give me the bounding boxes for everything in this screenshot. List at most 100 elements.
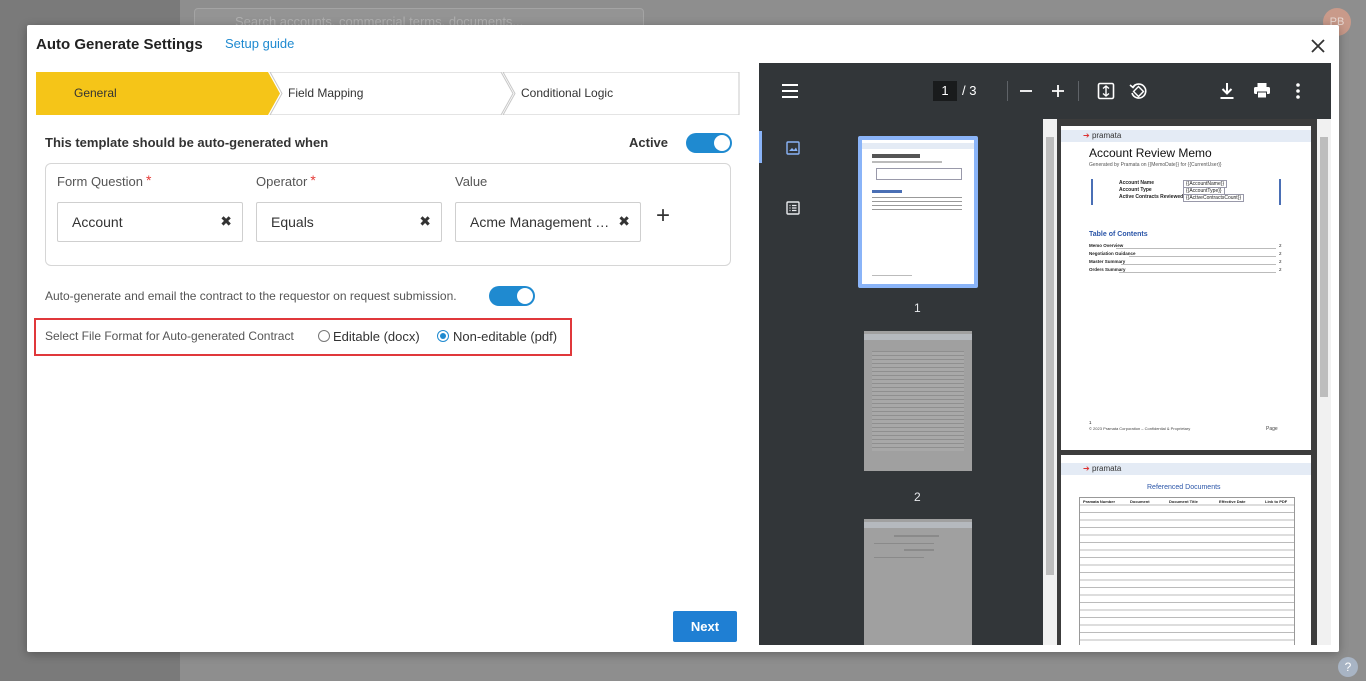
toggle-knob — [517, 288, 533, 304]
add-condition-icon[interactable]: + — [656, 202, 670, 230]
viewer-sidepanel — [759, 119, 827, 645]
help-icon[interactable]: ? — [1338, 657, 1358, 677]
file-format-box: Select File Format for Auto-generated Co… — [34, 318, 572, 356]
download-icon[interactable] — [1219, 82, 1235, 100]
document-scroll-thumb[interactable] — [1320, 137, 1328, 397]
document-page-1: ➔ pramata Account Review Memo Generated … — [1061, 126, 1311, 450]
radio-non-editable-pdf-label[interactable]: Non-editable (pdf) — [453, 329, 557, 344]
required-mark: * — [310, 172, 316, 188]
doc-table-key: Account Type — [1119, 187, 1152, 193]
form-question-field[interactable]: Account ✖ — [57, 202, 243, 242]
toolbar-divider — [1078, 81, 1079, 101]
section-title: This template should be auto-generated w… — [45, 135, 329, 150]
radio-editable-docx[interactable] — [318, 330, 330, 342]
clear-icon[interactable]: ✖ — [618, 213, 630, 230]
tab-conditional-logic[interactable]: Conditional Logic — [508, 72, 740, 115]
table-header: Pramata Number — [1083, 499, 1116, 504]
footer-number: 1 — [1089, 420, 1092, 425]
criteria-box: Form Question * Operator * Value Account ✖… — [45, 163, 731, 266]
toc-page: 2 — [1279, 259, 1282, 264]
operator-field[interactable]: Equals ✖ — [256, 202, 442, 242]
radio-editable-docx-label[interactable]: Editable (docx) — [333, 329, 420, 344]
autogen-email-text: Auto-generate and email the contract to … — [45, 289, 457, 303]
required-mark: * — [145, 172, 152, 188]
doc-title: Account Review Memo — [1089, 146, 1212, 160]
table-header: Link to PDF — [1265, 499, 1288, 504]
referenced-documents-table — [1079, 497, 1295, 645]
document-scrollbar[interactable] — [1317, 119, 1331, 645]
document-page-2: ➔ pramata Referenced Documents Pramata N… — [1061, 455, 1311, 645]
file-format-label: Select File Format for Auto-generated Co… — [45, 329, 294, 343]
pramata-logo: ➔ pramata — [1083, 131, 1122, 140]
thumbnail-number: 1 — [914, 301, 921, 315]
pramata-logo: ➔ pramata — [1083, 464, 1122, 473]
form-question-label: Form Question * — [57, 172, 152, 189]
active-toggle[interactable] — [686, 133, 732, 153]
toc-leader — [1116, 248, 1276, 249]
operator-value: Equals — [271, 214, 314, 230]
zoom-out-icon[interactable] — [1019, 84, 1033, 98]
thumbnail-page-3[interactable] — [864, 519, 972, 645]
more-options-icon[interactable] — [1295, 83, 1301, 99]
table-header: Document — [1130, 499, 1150, 504]
table-header: Effective Date — [1219, 499, 1246, 504]
active-indicator — [759, 131, 762, 163]
autogen-email-toggle[interactable] — [489, 286, 535, 306]
page-total: / 3 — [962, 83, 977, 98]
form-question-value: Account — [72, 214, 123, 230]
outline-icon[interactable] — [786, 201, 800, 215]
setup-guide-link[interactable]: Setup guide — [225, 36, 294, 51]
clear-icon[interactable]: ✖ — [419, 213, 431, 230]
stepper: General Field Mapping Conditional Logic — [36, 72, 740, 115]
referenced-documents-title: Referenced Documents — [1147, 484, 1221, 491]
toolbar-divider — [1007, 81, 1008, 101]
thumbnail-page-1[interactable] — [862, 140, 974, 284]
toc-leader — [1119, 272, 1276, 273]
table-header: Document Title — [1169, 499, 1198, 504]
active-label: Active — [629, 135, 669, 150]
toc-page: 2 — [1279, 243, 1282, 248]
footer-copyright: © 2023 Pramata Corporation – Confidentia… — [1089, 426, 1191, 431]
thumbnail-list: 1 2 — [827, 119, 1043, 645]
thumbnail-scrollbar[interactable] — [1043, 119, 1057, 645]
thumbnail-page-2[interactable] — [864, 331, 972, 471]
toc-leader — [1121, 264, 1276, 265]
viewer-toolbar: 1 / 3 — [759, 63, 1331, 119]
toc-page: 2 — [1279, 251, 1282, 256]
thumbnail-number: 2 — [914, 490, 921, 504]
value-field[interactable]: Acme Management Co... ✖ — [455, 202, 641, 242]
doc-table-key: Account Name — [1119, 180, 1155, 186]
print-icon[interactable] — [1253, 82, 1271, 99]
page-number-input[interactable]: 1 — [933, 81, 957, 101]
modal-title: Auto Generate Settings — [36, 36, 203, 53]
next-button[interactable]: Next — [673, 611, 737, 642]
close-icon[interactable] — [1309, 37, 1327, 55]
toggle-knob — [714, 135, 730, 151]
doc-table-value: {{ActiveContractsCount}} — [1183, 194, 1245, 202]
auto-generate-settings-modal: Auto Generate Settings Setup guide Gener… — [27, 25, 1339, 652]
document-area: ➔ pramata Account Review Memo Generated … — [1057, 119, 1331, 645]
tab-general[interactable]: General — [36, 72, 272, 115]
value-value: Acme Management Co... — [470, 214, 615, 230]
thumbnail-scroll-thumb[interactable] — [1046, 137, 1054, 575]
toc-item: Master Summary — [1089, 259, 1126, 264]
tab-general-label: General — [74, 86, 117, 100]
tab-conditional-logic-label: Conditional Logic — [521, 86, 614, 100]
clear-icon[interactable]: ✖ — [220, 213, 232, 230]
thumbnails-icon[interactable] — [786, 141, 800, 155]
tab-field-mapping[interactable]: Field Mapping — [276, 72, 506, 115]
toc-leader — [1129, 256, 1276, 257]
menu-icon[interactable] — [781, 83, 799, 99]
zoom-in-icon[interactable] — [1051, 84, 1065, 98]
rotate-icon[interactable] — [1129, 82, 1147, 100]
toc-title: Table of Contents — [1089, 231, 1148, 238]
pdf-viewer: 1 / 3 1 2 ➔ pramata Account Review Memo … — [759, 63, 1331, 645]
footer-page: Page — [1266, 426, 1278, 432]
toc-page: 2 — [1279, 267, 1282, 272]
tab-field-mapping-label: Field Mapping — [288, 86, 364, 100]
operator-label: Operator * — [256, 172, 316, 189]
fit-page-icon[interactable] — [1097, 82, 1115, 100]
doc-generated-text: Generated by Pramata on {{MemoDate}} for… — [1089, 162, 1222, 168]
value-label: Value — [455, 174, 488, 189]
radio-non-editable-pdf[interactable] — [437, 330, 449, 342]
